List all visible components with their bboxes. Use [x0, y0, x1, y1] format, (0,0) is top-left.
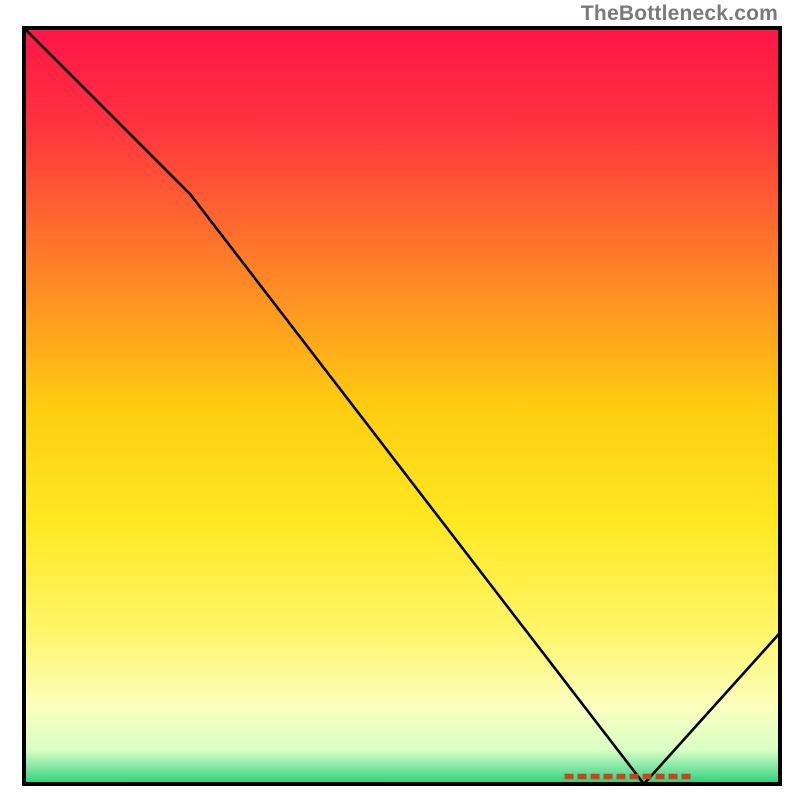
- chart-stage: TheBottleneck.com: [0, 0, 800, 800]
- bottleneck-chart: [0, 0, 800, 800]
